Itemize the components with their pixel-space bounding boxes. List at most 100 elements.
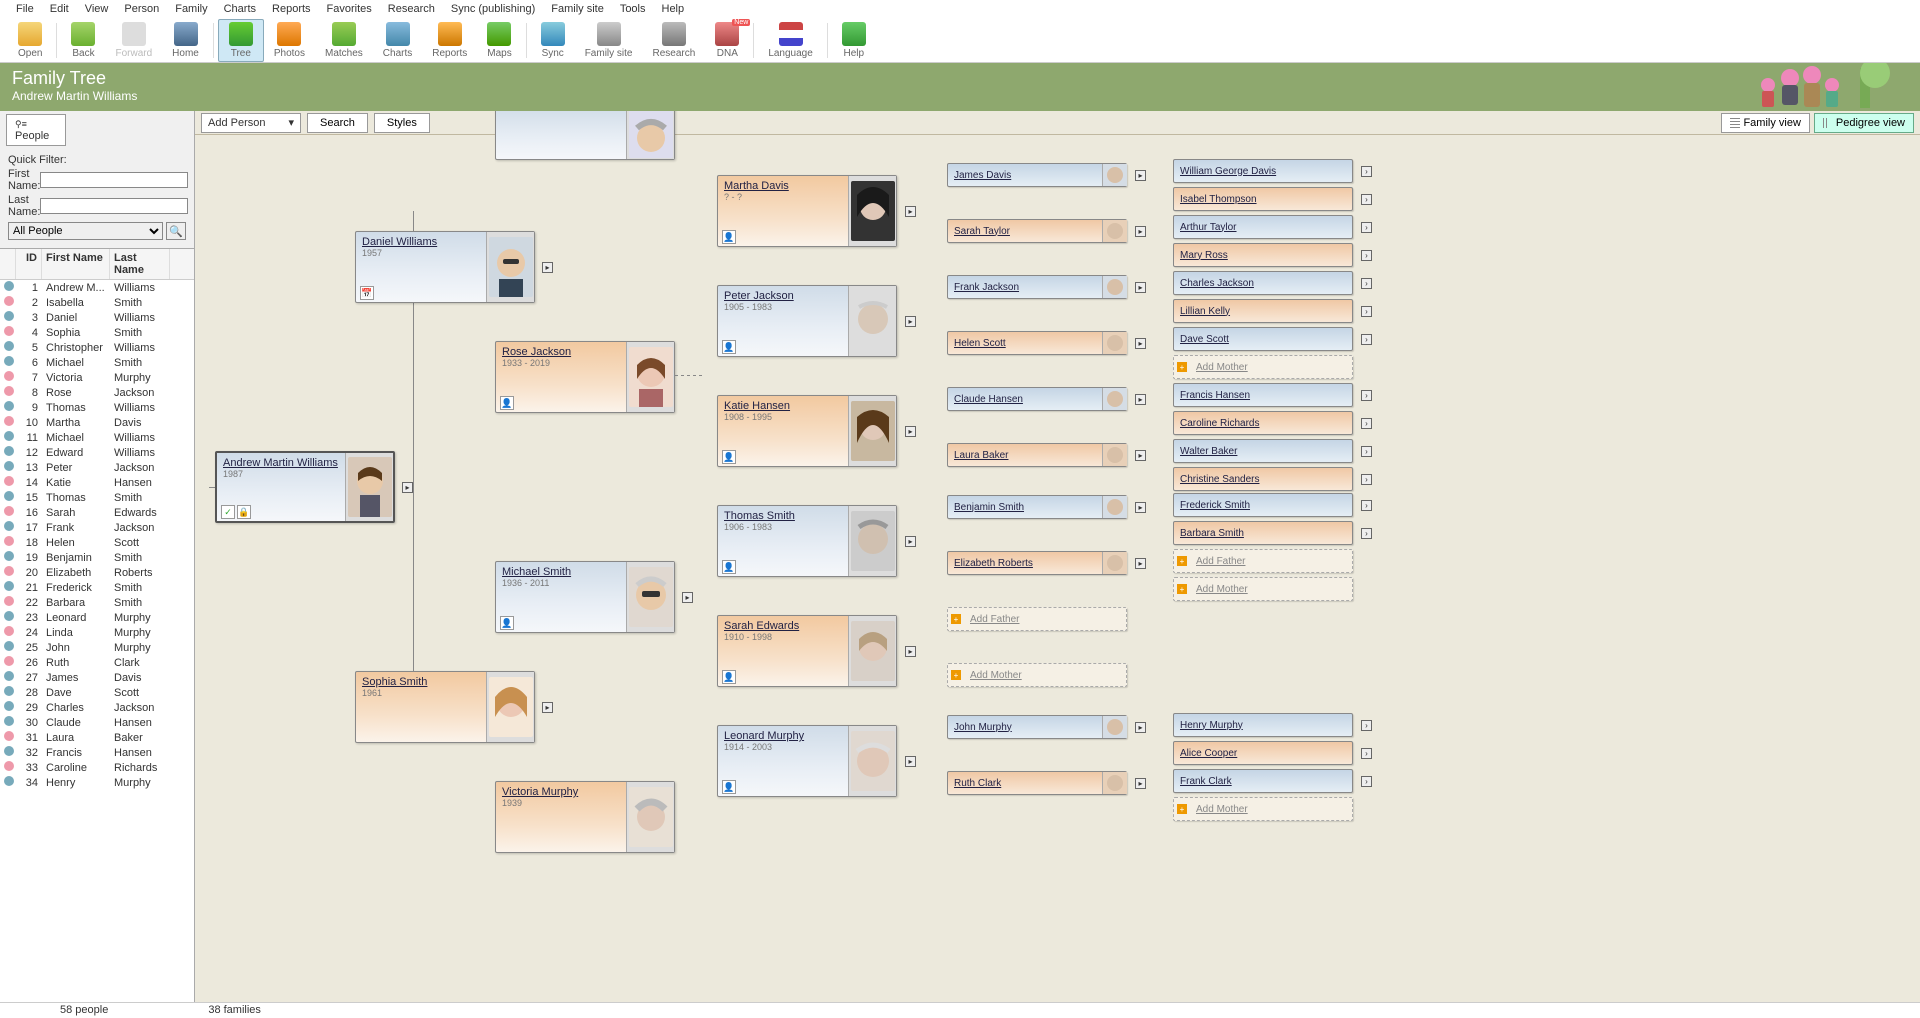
chevron-right-icon[interactable]: ›	[1361, 418, 1372, 429]
expand-node[interactable]: ▸	[1135, 226, 1146, 237]
mini-card[interactable]: Christine Sanders	[1173, 467, 1353, 491]
chevron-right-icon[interactable]: ›	[1361, 222, 1372, 233]
expand-node[interactable]: ▸	[402, 482, 413, 493]
tb-sync[interactable]: Sync	[531, 20, 575, 61]
chevron-right-icon[interactable]: ›	[1361, 500, 1372, 511]
mini-card[interactable]: +Add Mother	[947, 663, 1127, 687]
person-row[interactable]: 5ChristopherWilliams	[0, 340, 194, 355]
card-thomas-smith[interactable]: Thomas Smith1906 - 1983 👤	[717, 505, 897, 577]
expand-node[interactable]: ▸	[905, 756, 916, 767]
chevron-right-icon[interactable]: ›	[1361, 166, 1372, 177]
card-katie-hansen[interactable]: Katie Hansen1908 - 1995 👤	[717, 395, 897, 467]
person-row[interactable]: 9ThomasWilliams	[0, 400, 194, 415]
menu-person[interactable]: Person	[116, 3, 167, 15]
person-row[interactable]: 28DaveScott	[0, 685, 194, 700]
menu-reports[interactable]: Reports	[264, 3, 319, 15]
mini-card[interactable]: Francis Hansen	[1173, 383, 1353, 407]
person-row[interactable]: 29CharlesJackson	[0, 700, 194, 715]
person-row[interactable]: 6MichaelSmith	[0, 355, 194, 370]
chevron-right-icon[interactable]: ›	[1361, 278, 1372, 289]
person-row[interactable]: 19BenjaminSmith	[0, 550, 194, 565]
person-row[interactable]: 18HelenScott	[0, 535, 194, 550]
person-row[interactable]: 26RuthClark	[0, 655, 194, 670]
chevron-right-icon[interactable]: ›	[1361, 446, 1372, 457]
sidebar-tab-people[interactable]: ⚲≡ People	[6, 114, 66, 146]
chevron-right-icon[interactable]: ›	[1361, 528, 1372, 539]
mini-card[interactable]: Elizabeth Roberts	[947, 551, 1127, 575]
card-christopher[interactable]	[495, 111, 675, 160]
person-row[interactable]: 23LeonardMurphy	[0, 610, 194, 625]
mini-card[interactable]: Laura Baker	[947, 443, 1127, 467]
person-row[interactable]: 34HenryMurphy	[0, 775, 194, 790]
chevron-right-icon[interactable]: ›	[1361, 748, 1372, 759]
expand-node[interactable]: ▸	[905, 206, 916, 217]
person-row[interactable]: 15ThomasSmith	[0, 490, 194, 505]
person-row[interactable]: 21FrederickSmith	[0, 580, 194, 595]
expand-node[interactable]: ▸	[905, 536, 916, 547]
tb-back[interactable]: Back	[61, 20, 105, 61]
expand-node[interactable]: ▸	[905, 426, 916, 437]
search-icon[interactable]: 🔍	[166, 222, 186, 240]
mini-card[interactable]: Claude Hansen	[947, 387, 1127, 411]
person-row[interactable]: 33CarolineRichards	[0, 760, 194, 775]
chevron-right-icon[interactable]: ›	[1361, 720, 1372, 731]
card-victoria-murphy[interactable]: Victoria Murphy1939	[495, 781, 675, 853]
person-row[interactable]: 24LindaMurphy	[0, 625, 194, 640]
lastname-input[interactable]	[40, 198, 188, 214]
person-row[interactable]: 3DanielWilliams	[0, 310, 194, 325]
tb-familysite[interactable]: Family site	[575, 20, 643, 61]
card-sophia-smith[interactable]: Sophia Smith1961	[355, 671, 535, 743]
mini-card[interactable]: Frederick Smith	[1173, 493, 1353, 517]
tree-area[interactable]: Andrew Martin Williams1987 ✓🔒 ▸ Daniel W…	[195, 135, 1920, 1002]
mini-card[interactable]: Barbara Smith	[1173, 521, 1353, 545]
tb-language[interactable]: Language	[758, 20, 823, 61]
mini-card[interactable]: Benjamin Smith	[947, 495, 1127, 519]
person-row[interactable]: 31LauraBaker	[0, 730, 194, 745]
chevron-right-icon[interactable]: ›	[1361, 390, 1372, 401]
canvas-search-button[interactable]: Search	[307, 113, 368, 133]
tb-open[interactable]: Open	[8, 20, 52, 61]
person-row[interactable]: 25JohnMurphy	[0, 640, 194, 655]
card-leonard-murphy[interactable]: Leonard Murphy1914 - 2003 👤	[717, 725, 897, 797]
person-row[interactable]: 13PeterJackson	[0, 460, 194, 475]
person-row[interactable]: 2IsabellaSmith	[0, 295, 194, 310]
mini-card[interactable]: Caroline Richards	[1173, 411, 1353, 435]
mini-card[interactable]: Henry Murphy	[1173, 713, 1353, 737]
mini-card[interactable]: Ruth Clark	[947, 771, 1127, 795]
mini-card[interactable]: Charles Jackson	[1173, 271, 1353, 295]
menu-familysite[interactable]: Family site	[543, 3, 612, 15]
mini-card[interactable]: Mary Ross	[1173, 243, 1353, 267]
expand-node[interactable]: ▸	[905, 316, 916, 327]
person-row[interactable]: 32FrancisHansen	[0, 745, 194, 760]
expand-node[interactable]: ▸	[1135, 170, 1146, 181]
tb-research[interactable]: Research	[643, 20, 706, 61]
mini-card[interactable]: Isabel Thompson	[1173, 187, 1353, 211]
person-row[interactable]: 7VictoriaMurphy	[0, 370, 194, 385]
family-view-button[interactable]: Family view	[1721, 113, 1809, 133]
expand-node[interactable]: ▸	[1135, 394, 1146, 405]
mini-card[interactable]: +Add Mother	[1173, 797, 1353, 821]
card-sarah-edwards[interactable]: Sarah Edwards1910 - 1998 👤	[717, 615, 897, 687]
tb-home[interactable]: Home	[162, 20, 209, 61]
person-row[interactable]: 12EdwardWilliams	[0, 445, 194, 460]
menu-sync[interactable]: Sync (publishing)	[443, 3, 543, 15]
tb-forward[interactable]: Forward	[105, 20, 162, 61]
mini-card[interactable]: William George Davis	[1173, 159, 1353, 183]
mini-card[interactable]: Dave Scott	[1173, 327, 1353, 351]
chevron-right-icon[interactable]: ›	[1361, 306, 1372, 317]
chevron-right-icon[interactable]: ›	[1361, 334, 1372, 345]
mini-card[interactable]: Sarah Taylor	[947, 219, 1127, 243]
mini-card[interactable]: +Add Mother	[1173, 355, 1353, 379]
pedigree-view-button[interactable]: Pedigree view	[1814, 113, 1914, 133]
card-michael-smith[interactable]: Michael Smith1936 - 2011 👤	[495, 561, 675, 633]
person-row[interactable]: 11MichaelWilliams	[0, 430, 194, 445]
person-row[interactable]: 30ClaudeHansen	[0, 715, 194, 730]
menu-research[interactable]: Research	[380, 3, 443, 15]
mini-card[interactable]: Lillian Kelly	[1173, 299, 1353, 323]
tb-matches[interactable]: Matches	[315, 20, 373, 61]
menu-file[interactable]: File	[8, 3, 42, 15]
mini-card[interactable]: John Murphy	[947, 715, 1127, 739]
expand-node[interactable]: ▸	[1135, 778, 1146, 789]
person-row[interactable]: 16SarahEdwards	[0, 505, 194, 520]
person-row[interactable]: 17FrankJackson	[0, 520, 194, 535]
